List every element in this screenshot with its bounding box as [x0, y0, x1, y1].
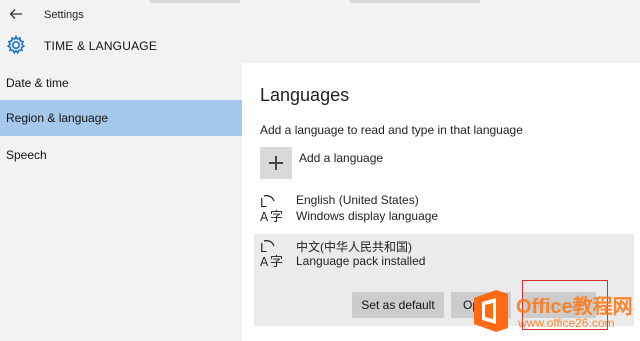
sidebar-item-label: Region & language [6, 111, 109, 125]
gear-icon [6, 35, 26, 55]
page-description: Add a language to read and type in that … [260, 123, 523, 137]
tab-strip-segment [350, 0, 480, 3]
sidebar-item-label: Date & time [6, 76, 69, 90]
sidebar-item-region-language[interactable]: Region & language [0, 100, 242, 136]
sidebar-item-label: Speech [6, 148, 47, 162]
page-title: Languages [260, 85, 350, 105]
language-name: 中文(中华人民共和国) [296, 240, 412, 254]
language-status: Windows display language [296, 209, 439, 223]
language-item-english[interactable]: L A 字 English (United States) Windows di… [254, 189, 634, 229]
svg-text:L: L [260, 196, 267, 210]
sidebar-item-speech[interactable]: Speech [0, 137, 242, 173]
language-icon: L A 字 [260, 195, 283, 223]
section-title: TIME & LANGUAGE [44, 39, 158, 53]
svg-text:字: 字 [270, 255, 283, 268]
watermark-brand: Office教程网 [516, 296, 633, 318]
language-icon: L A 字 [260, 240, 283, 268]
sidebar: TIME & LANGUAGE Date & time Region & lan… [0, 30, 242, 341]
language-status: Language pack installed [296, 254, 426, 268]
watermark: Office教程网 www.office26.com [470, 286, 638, 338]
svg-text:A: A [260, 210, 269, 223]
section-header: TIME & LANGUAGE [0, 30, 242, 63]
tab-strip-segment [150, 0, 240, 3]
back-arrow-icon[interactable] [9, 7, 23, 21]
header-background [242, 30, 640, 63]
plus-icon[interactable] [260, 147, 292, 179]
add-language-label: Add a language [299, 151, 384, 165]
svg-text:A: A [260, 255, 269, 268]
window-title: Settings [44, 9, 84, 21]
office-logo-icon [474, 290, 508, 332]
set-as-default-button[interactable]: Set as default [352, 292, 444, 318]
sidebar-item-date-time[interactable]: Date & time [0, 65, 242, 101]
title-bar: Settings [0, 0, 640, 30]
language-name: English (United States) [296, 193, 419, 207]
watermark-url: www.office26.com [518, 316, 615, 330]
svg-text:L: L [260, 241, 267, 255]
svg-text:字: 字 [270, 210, 283, 223]
